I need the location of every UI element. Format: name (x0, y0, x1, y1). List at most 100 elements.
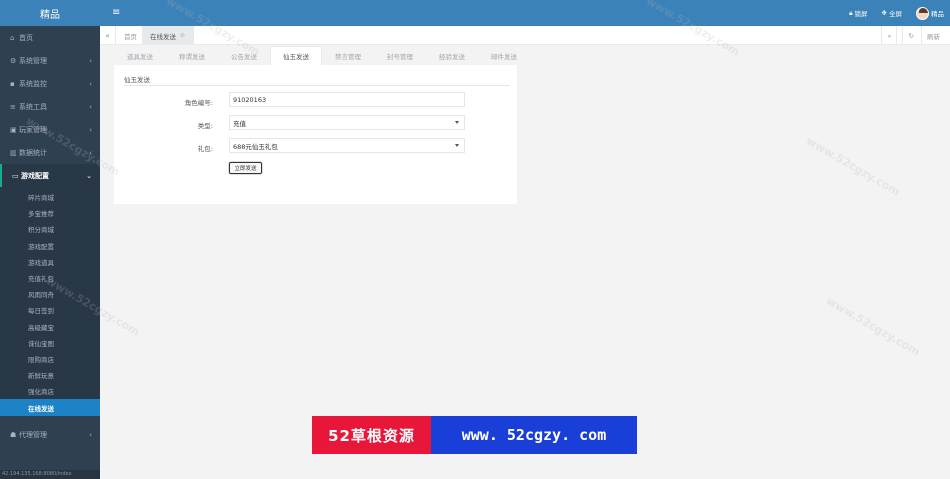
package-label: 礼包: (197, 145, 213, 153)
gear-icon: ⚙ (10, 56, 17, 65)
sidebar-item-home[interactable]: ⌂ 首页 (0, 26, 100, 49)
chevron-left-icon: ‹ (89, 56, 92, 65)
refresh-label: 刷新 (921, 26, 945, 45)
avatar (916, 6, 929, 20)
content-tabs-bar: « 首页 在线发送 ⊗ » ↻ 刷新 (100, 26, 950, 45)
sidebar-item-label: 首页 (19, 33, 33, 42)
sidebar-subitem[interactable]: 游戏配置 (0, 238, 100, 254)
tab-item-send[interactable]: 道具发送 (114, 46, 166, 66)
top-right-actions: 🔒︎ 锁屏 ✥ 全屏 精品 (849, 0, 944, 26)
tab-jade-send[interactable]: 仙玉发送 (270, 46, 322, 66)
sidebar-subitem[interactable]: 诛仙宝图 (0, 335, 100, 351)
watermark: www.52cgzy.com (823, 294, 923, 359)
bars-icon: ≡ (10, 102, 16, 111)
chart-icon: ▥ (10, 148, 17, 157)
group-icon: ☗ (10, 431, 17, 440)
chevron-left-icon: ‹ (89, 102, 92, 111)
sidebar-item-player-management[interactable]: ▣ 玩家管理 ‹ (0, 118, 100, 141)
chevron-left-icon: ‹ (89, 148, 92, 157)
sidebar-item-label: 系统监控 (19, 79, 47, 88)
menu-toggle-icon[interactable]: ≡ (112, 7, 120, 18)
tab-announcement-send[interactable]: 公告发送 (218, 46, 270, 66)
sidebar-item-label: 系统工具 (19, 102, 47, 111)
sidebar-subitem[interactable]: 多宝推荐 (0, 205, 100, 221)
sidebar-subitem[interactable]: 碎片商城 (0, 189, 100, 205)
video-icon: ▪ (10, 79, 15, 88)
tabs-right-controls: » ↻ 刷新 (881, 26, 950, 45)
sidebar-subitem[interactable]: 限购商店 (0, 351, 100, 367)
panel-title: 仙玉发送 (124, 76, 150, 84)
sidebar-subitem[interactable]: 每日签到 (0, 302, 100, 318)
lock-icon: 🔒︎ (849, 8, 853, 17)
sidebar-subitem[interactable]: 积分商城 (0, 221, 100, 237)
send-now-button[interactable]: 立即发送 (229, 162, 262, 174)
tab-mute-management[interactable]: 禁言管理 (322, 46, 374, 66)
send-type-tabs: 道具发送 称谓发送 公告发送 仙玉发送 禁言管理 封号管理 经验发送 邮件发送 (114, 46, 530, 66)
refresh-icon: ↻ (902, 26, 918, 45)
chevron-down-icon: ⌄ (86, 171, 92, 180)
sidebar-item-system-monitor[interactable]: ▪ 系统监控 ‹ (0, 72, 100, 95)
tab-mail-send[interactable]: 邮件发送 (478, 46, 530, 66)
watermark: www.52cgzy.com (803, 134, 903, 199)
sidebar-item-statistics[interactable]: ▥ 数据统计 ‹ (0, 141, 100, 164)
type-select[interactable]: 充值 (229, 115, 465, 130)
status-url: 42.194.135.168:8080/index (0, 470, 100, 479)
tab-label: 首页 (124, 32, 137, 41)
banner-right-text: www. 52cgzy. com (431, 416, 637, 454)
tab-ban-management[interactable]: 封号管理 (374, 46, 426, 66)
sidebar-subitem[interactable]: 充值礼包 (0, 270, 100, 286)
lock-screen-button[interactable]: 🔒︎ 锁屏 (849, 8, 868, 19)
expand-icon: ✥ (881, 9, 887, 17)
caret-down-icon (455, 144, 459, 147)
chevron-left-icon: ‹ (89, 431, 92, 440)
promo-banner: 52草根资源 www. 52cgzy. com (312, 416, 637, 454)
sidebar-item-label: 数据统计 (19, 148, 47, 157)
sidebar-item-label: 代理管理 (19, 431, 47, 440)
type-value: 充值 (233, 119, 246, 128)
user-name: 精品 (931, 10, 944, 18)
type-label: 类型: (197, 122, 213, 130)
sidebar-subitem[interactable]: 高级藏宝 (0, 319, 100, 335)
fullscreen-button[interactable]: ✥ 全屏 (882, 8, 902, 18)
sidebar-item-label: 游戏配置 (21, 171, 49, 180)
sidebar: 精品 ⌂ 首页 ⚙ 系统管理 ‹ ▪ 系统监控 ‹ ≡ 系统工具 ‹ ▣ 玩家管理 ‹ ▥ 数据统计… (0, 0, 100, 479)
sidebar-item-label: 玩家管理 (19, 125, 47, 134)
package-select[interactable]: 688元仙玉礼包 (229, 138, 465, 153)
sidebar-nav: ⌂ 首页 ⚙ 系统管理 ‹ ▪ 系统监控 ‹ ≡ 系统工具 ‹ ▣ 玩家管理 ‹ ▥ 数据统计 ‹ ▭… (0, 26, 100, 447)
tabs-scroll-right-icon[interactable]: » (881, 26, 896, 45)
lock-label: 锁屏 (854, 10, 868, 18)
refresh-button[interactable]: ↻ 刷新 (896, 26, 950, 45)
divider (124, 85, 510, 86)
brand-logo: 精品 (0, 0, 100, 26)
user-menu[interactable]: 精品 (916, 6, 944, 20)
user-card-icon: ▣ (10, 125, 17, 134)
top-navbar: ≡ 🔒︎ 锁屏 ✥ 全屏 精品 (100, 0, 950, 26)
fullscreen-label: 全屏 (889, 10, 902, 18)
sidebar-item-system-tools[interactable]: ≡ 系统工具 ‹ (0, 95, 100, 118)
sidebar-item-system-management[interactable]: ⚙ 系统管理 ‹ (0, 49, 100, 72)
sidebar-subitem-active[interactable]: 在线发送 (0, 399, 100, 416)
close-tab-icon[interactable]: ⊗ (180, 32, 185, 39)
sidebar-item-game-config[interactable]: ▭ 游戏配置 ⌄ (0, 164, 100, 187)
sidebar-item-label: 系统管理 (19, 56, 47, 65)
chevron-left-icon: ‹ (89, 125, 92, 134)
tab-title-send[interactable]: 称谓发送 (166, 46, 218, 66)
tab-exp-send[interactable]: 经验发送 (426, 46, 478, 66)
jade-send-panel: 仙玉发送 角色编号: 91020163 类型: 充值 礼包: 688元仙玉礼包 … (114, 65, 517, 204)
sidebar-item-agent-management[interactable]: ☗ 代理管理 ‹ (0, 424, 100, 447)
sidebar-subitem[interactable]: 游戏道具 (0, 254, 100, 270)
home-icon: ⌂ (10, 33, 15, 42)
tab-online-send[interactable]: 在线发送 ⊗ (142, 26, 195, 45)
tab-label: 在线发送 (150, 32, 176, 41)
caret-down-icon (455, 121, 459, 124)
sidebar-subitem[interactable]: 新鲜玩意 (0, 367, 100, 383)
tabs-scroll-left-icon[interactable]: « (100, 26, 116, 45)
sidebar-subitem[interactable]: 风雨同舟 (0, 286, 100, 302)
chevron-left-icon: ‹ (89, 79, 92, 88)
desktop-icon: ▭ (12, 171, 19, 180)
sidebar-submenu: 碎片商城 多宝推荐 积分商城 游戏配置 游戏道具 充值礼包 风雨同舟 每日签到 … (0, 187, 100, 416)
sidebar-subitem[interactable]: 强化商店 (0, 383, 100, 399)
package-value: 688元仙玉礼包 (233, 142, 278, 151)
banner-left-text: 52草根资源 (312, 416, 431, 454)
role-id-input[interactable]: 91020163 (229, 92, 465, 107)
